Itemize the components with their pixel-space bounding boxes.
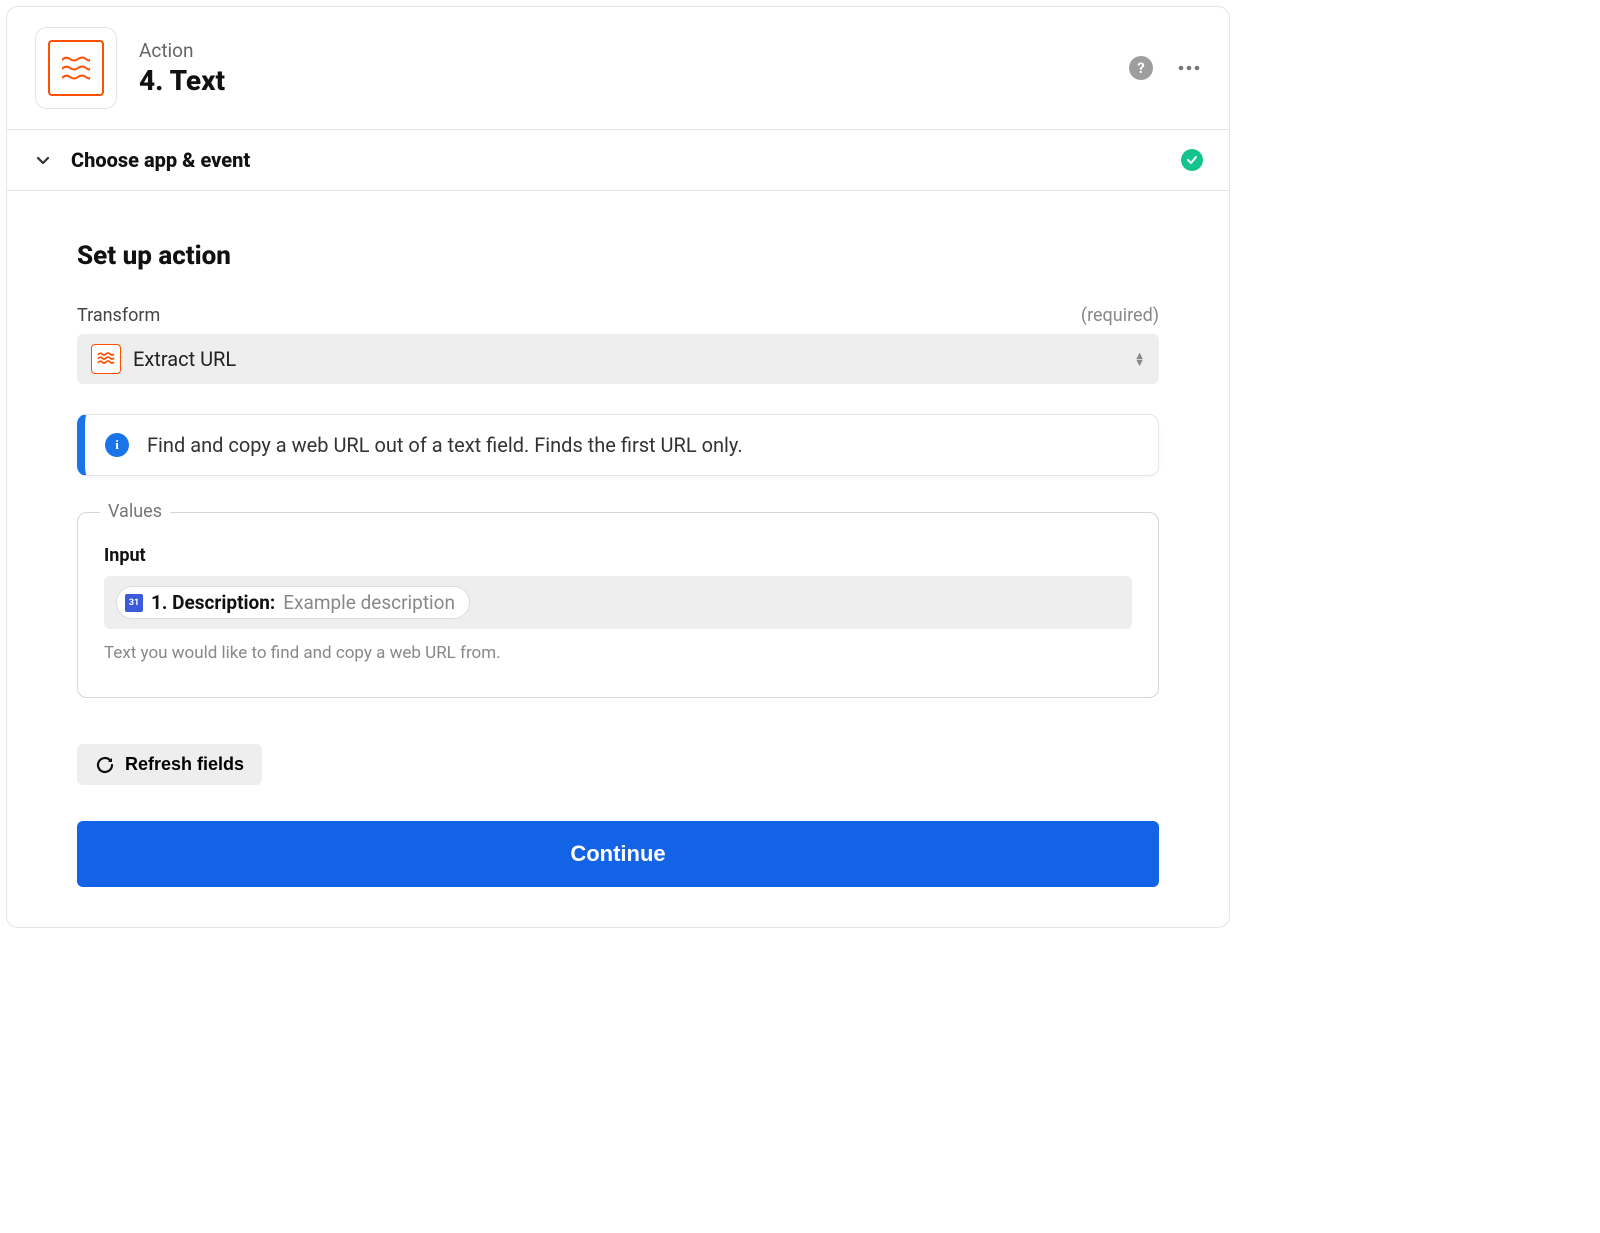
card-header: Action 4. Text ? (7, 7, 1229, 129)
pill-field-name: 1. Description: (151, 591, 275, 614)
refresh-label: Refresh fields (125, 754, 244, 775)
continue-button[interactable]: Continue (77, 821, 1159, 887)
chevron-down-icon (33, 150, 53, 170)
info-box: i Find and copy a web URL out of a text … (77, 414, 1159, 476)
pill-field-value: Example description (283, 591, 455, 614)
more-menu-icon[interactable] (1177, 56, 1201, 80)
header-actions: ? (1129, 56, 1201, 80)
calendar-icon: 31 (125, 594, 143, 612)
input-field[interactable]: 31 1. Description: Example description (104, 576, 1132, 629)
choose-app-event-row[interactable]: Choose app & event (7, 129, 1229, 190)
info-icon: i (105, 433, 129, 457)
transform-field-row: Transform (required) (77, 305, 1159, 326)
input-label: Input (104, 545, 1132, 566)
info-text: Find and copy a web URL out of a text fi… (147, 433, 743, 457)
formatter-icon (48, 40, 104, 96)
header-text: Action 4. Text (139, 39, 1107, 97)
values-fieldset: Values Input 31 1. Description: Example … (77, 512, 1159, 698)
refresh-fields-button[interactable]: Refresh fields (77, 744, 262, 785)
section-label: Choose app & event (71, 148, 1163, 172)
formatter-icon-small (91, 344, 121, 374)
transform-select[interactable]: Extract URL ▲▼ (77, 334, 1159, 384)
mapped-field-pill[interactable]: 31 1. Description: Example description (116, 586, 470, 619)
refresh-icon (95, 755, 115, 775)
values-legend: Values (100, 501, 170, 522)
action-card: Action 4. Text ? Choose app & event Set … (6, 6, 1230, 928)
input-help-text: Text you would like to find and copy a w… (104, 643, 1132, 663)
step-type-label: Action (139, 39, 1107, 62)
section-heading: Set up action (77, 241, 1159, 271)
status-complete-icon (1181, 149, 1203, 171)
transform-value: Extract URL (133, 347, 1122, 371)
app-icon (35, 27, 117, 109)
setup-body: Set up action Transform (required) Extra… (7, 190, 1229, 927)
required-label: (required) (1081, 305, 1159, 326)
help-icon[interactable]: ? (1129, 56, 1153, 80)
step-title: 4. Text (139, 64, 1107, 97)
transform-label: Transform (77, 305, 160, 326)
select-arrows-icon: ▲▼ (1134, 352, 1145, 366)
